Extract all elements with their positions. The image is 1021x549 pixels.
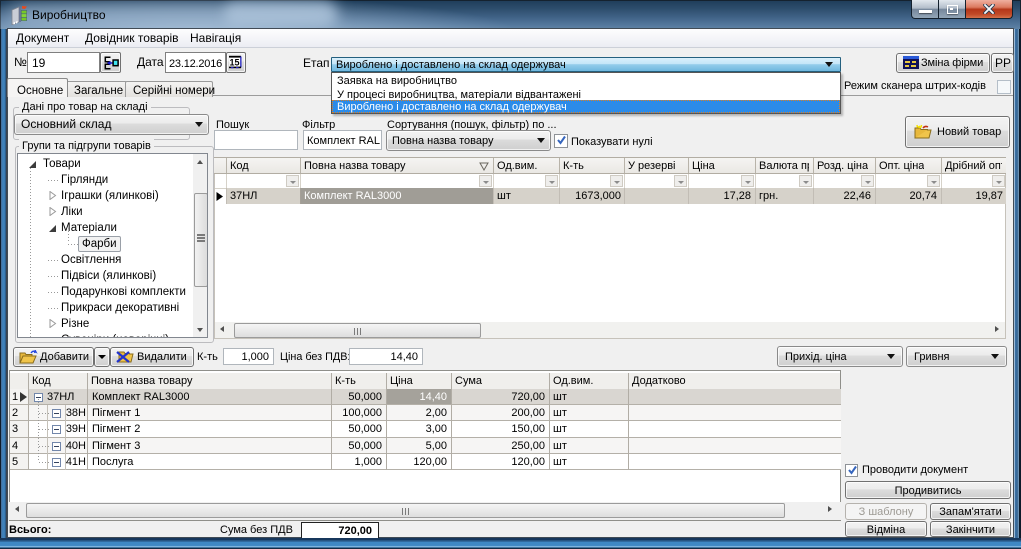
svg-text:15: 15 xyxy=(229,57,239,67)
